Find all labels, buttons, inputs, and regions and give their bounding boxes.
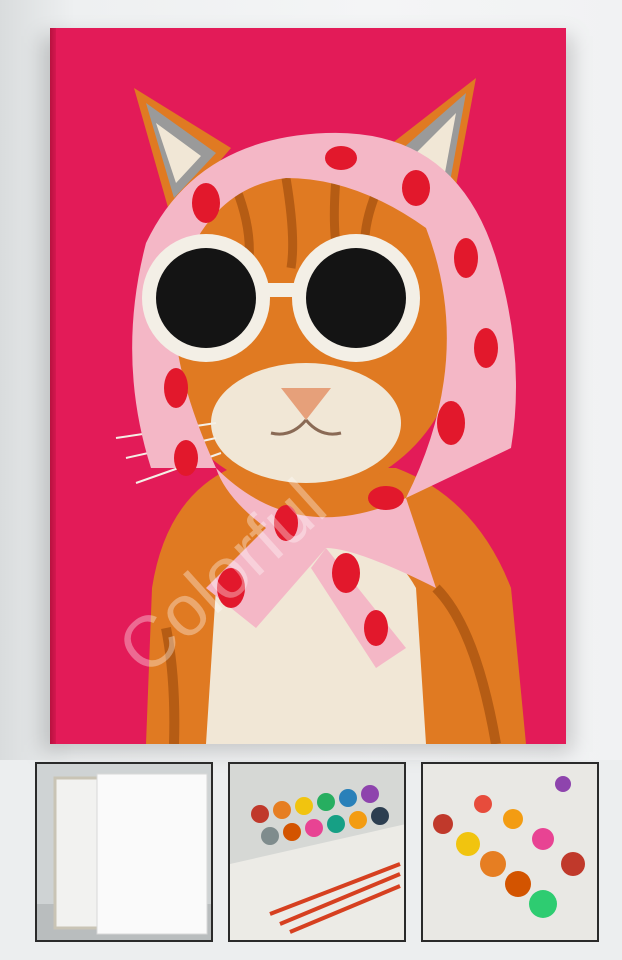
open-paint-pots-image [423,764,597,940]
thumbnail-open-paint-pots[interactable] [421,762,599,942]
paint-pots-and-brushes-image [230,764,404,940]
thumbnail-blank-canvas[interactable] [35,762,213,942]
thumbnail-paint-pots-and-brushes[interactable] [228,762,406,942]
cat-painting: Colorful [56,28,566,744]
blank-canvas-image [37,764,211,940]
main-product-image[interactable]: Colorful [56,28,566,744]
